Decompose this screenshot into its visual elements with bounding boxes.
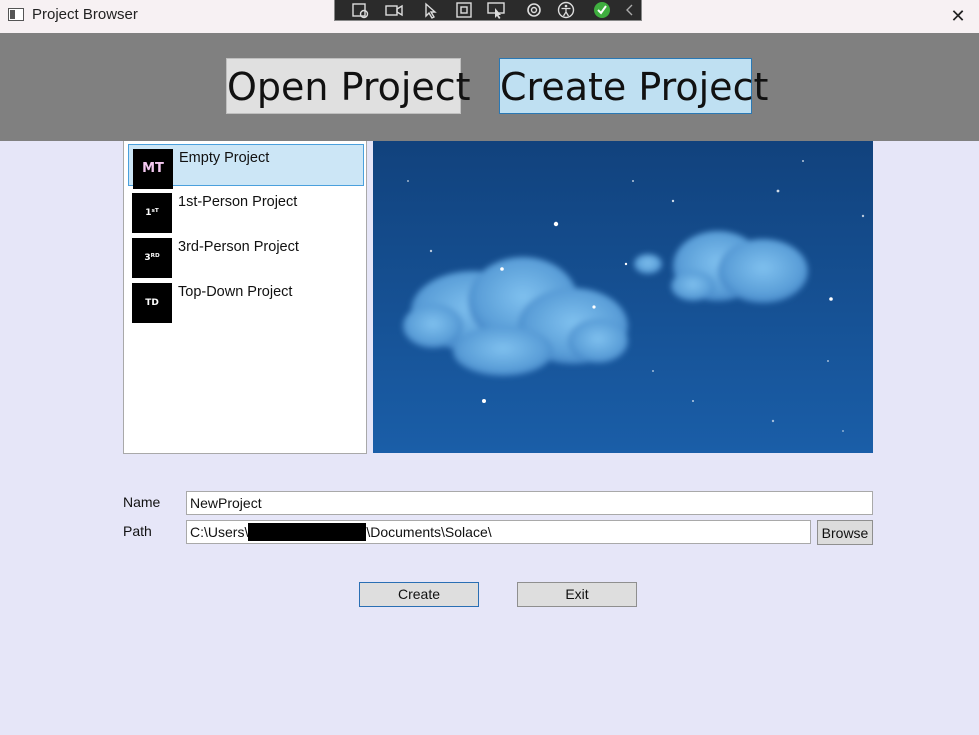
template-name: Empty Project — [179, 150, 270, 166]
browse-button[interactable]: Browse — [817, 520, 873, 545]
exit-button[interactable]: Exit — [517, 582, 637, 607]
collapse-icon[interactable] — [619, 1, 641, 19]
check-icon[interactable] — [591, 1, 613, 19]
template-preview-image — [373, 141, 873, 453]
template-thumbnail: MT — [133, 149, 173, 189]
accessibility-icon[interactable] — [555, 1, 577, 19]
redacted-username — [248, 522, 367, 541]
list-item[interactable]: 3ᴿᴰ 3rd-Person Project — [128, 234, 364, 278]
close-icon[interactable]: ✕ — [943, 4, 973, 28]
live-visual-tree-icon[interactable] — [349, 1, 371, 19]
path-suffix: \Documents\Solace\ — [366, 524, 492, 540]
list-item[interactable]: 1ˢᵀ 1st-Person Project — [128, 189, 364, 233]
select-element-icon[interactable] — [421, 1, 443, 19]
path-prefix: C:\Users\ — [190, 524, 249, 540]
template-thumbnail: 3ᴿᴰ — [132, 238, 172, 278]
template-name: 1st-Person Project — [178, 194, 298, 210]
header-bar: Open Project Create Project — [0, 33, 979, 141]
template-thumbnail: 1ˢᵀ — [132, 193, 172, 233]
create-project-button[interactable]: Create Project — [499, 58, 768, 114]
display-layout-adorners-icon[interactable] — [453, 1, 475, 19]
track-focus-icon[interactable] — [485, 1, 507, 19]
template-list[interactable]: MT Empty Project 1ˢᵀ 1st-Person Project … — [123, 141, 367, 454]
name-field[interactable]: NewProject — [186, 491, 873, 515]
name-label: Name — [123, 494, 161, 510]
template-thumbnail: TD — [132, 283, 172, 323]
list-item[interactable]: TD Top-Down Project — [128, 279, 364, 323]
hot-reload-icon[interactable] — [523, 1, 545, 19]
record-icon[interactable] — [383, 1, 405, 19]
template-name: 3rd-Person Project — [178, 239, 299, 255]
window-title: Project Browser — [32, 6, 138, 23]
list-item[interactable]: MT Empty Project — [128, 144, 364, 189]
window-icon — [8, 8, 24, 21]
path-label: Path — [123, 523, 152, 539]
create-button[interactable]: Create — [359, 582, 479, 607]
template-name: Top-Down Project — [178, 284, 293, 300]
debug-toolbar — [334, 0, 642, 21]
open-project-button[interactable]: Open Project — [226, 58, 471, 114]
path-field[interactable]: C:\Users\ \Documents\Solace\ — [186, 520, 811, 544]
